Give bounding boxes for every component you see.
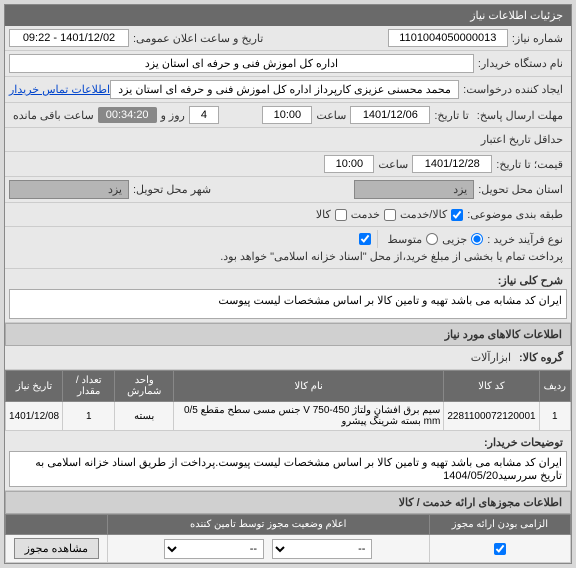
process-partial-radio[interactable]	[471, 233, 483, 245]
process-type-label: نوع فرآیند خرید :	[483, 231, 567, 248]
treasury-payment-checkbox[interactable]	[359, 233, 371, 245]
view-permit-button[interactable]: مشاهده مجوز	[14, 538, 99, 559]
table-row: -- -- مشاهده مجوز	[6, 535, 571, 563]
col-name: نام کالا	[174, 371, 444, 402]
goods-group-value: ابزارآلات	[467, 349, 515, 366]
process-partial-label: جزیی	[438, 231, 471, 248]
cell-qty: 1	[63, 402, 115, 431]
col-row: ردیف	[539, 371, 570, 402]
permit-col1: الزامی بودن ارائه مجوز	[429, 515, 570, 535]
resp-deadline-label: مهلت ارسال پاسخ:	[473, 107, 567, 124]
need-details-panel: جزئیات اطلاعات نیاز شماره نیاز: 11010040…	[4, 4, 572, 564]
time-label-2: ساعت	[374, 156, 412, 173]
class-service-checkbox[interactable]	[384, 209, 396, 221]
valid-date-value: 1401/12/28	[412, 155, 492, 173]
class-goods-service-label: کالا/خدمت	[396, 206, 451, 223]
permits-section-header: اطلاعات مجوزهای ارائه خدمت / کالا	[5, 491, 571, 514]
permit-col2: اعلام وضعیت مجوز توسط تامین کننده	[107, 515, 429, 535]
cell-name: سیم برق افشان ولتاژ 450-750 V جنس مسی سط…	[174, 402, 444, 431]
delivery-city-label: شهر محل تحویل:	[129, 181, 215, 198]
panel-title: جزئیات اطلاعات نیاز	[5, 5, 571, 26]
classification-label: طبقه بندی موضوعی:	[463, 206, 567, 223]
requester-label: ایجاد کننده درخواست:	[459, 81, 567, 98]
buyer-contact-link[interactable]: اطلاعات تماس خریدار	[9, 83, 110, 96]
permit-status-select-2[interactable]: --	[164, 539, 264, 559]
resp-date-value: 1401/12/06	[350, 106, 430, 124]
resp-time-value: 10:00	[262, 106, 312, 124]
delivery-city-value: یزد	[9, 180, 129, 199]
table-row: 1 2281100072120001 سیم برق افشان ولتاژ 4…	[6, 402, 571, 431]
buyer-notes-label: توضیحات خریدار:	[480, 434, 567, 451]
min-valid-label: حداقل تاریخ اعتبار	[477, 131, 567, 148]
need-desc-value: ایران کد مشابه می باشد تهیه و تامین کالا…	[9, 289, 567, 319]
need-no-value: 1101004050000013	[388, 29, 508, 47]
delivery-state-value: یزد	[354, 180, 474, 199]
permit-required-checkbox[interactable]	[494, 543, 506, 555]
buyer-org-value: اداره کل اموزش فنی و حرفه ای استان یزد	[9, 54, 474, 73]
time-label-1: ساعت	[312, 107, 350, 124]
col-date: تاریخ نیاز	[6, 371, 63, 402]
requester-value: محمد محسنی عزیزی کارپرداز اداره کل اموزش…	[110, 80, 459, 99]
delivery-state-label: استان محل تحویل:	[474, 181, 567, 198]
permits-table: الزامی بودن ارائه مجوز اعلام وضعیت مجوز …	[5, 514, 571, 563]
class-goods-label: کالا	[312, 206, 335, 223]
cell-date: 1401/12/08	[6, 402, 63, 431]
cell-unit: بسته	[115, 402, 174, 431]
buyer-notes-value: ایران کد مشابه می باشد تهیه و تامین کالا…	[9, 451, 567, 487]
goods-section-header: اطلاعات کالاهای مورد نیاز	[5, 323, 571, 346]
col-code: کد کالا	[444, 371, 539, 402]
pub-date-value: 1401/12/02 - 09:22	[9, 29, 129, 47]
permit-status-select[interactable]: --	[272, 539, 372, 559]
days-value: 4	[189, 106, 219, 124]
process-medium-radio[interactable]	[426, 233, 438, 245]
col-unit: واحد شمارش	[115, 371, 174, 402]
days-label: روز و	[157, 107, 189, 124]
need-desc-label: شرح کلی نیاز:	[494, 272, 567, 289]
pub-date-label: تاریخ و ساعت اعلان عمومی:	[129, 30, 267, 47]
class-service-label: خدمت	[347, 206, 384, 223]
goods-table: ردیف کد کالا نام کالا واحد شمارش تعداد /…	[5, 370, 571, 431]
buyer-org-label: نام دستگاه خریدار:	[474, 55, 567, 72]
price-until-label: قیمت؛ تا تاریخ:	[492, 156, 567, 173]
col-qty: تعداد / مقدار	[63, 371, 115, 402]
need-no-label: شماره نیاز:	[508, 30, 567, 47]
payment-note-label: پرداخت تمام یا بخشی از مبلغ خرید،از محل …	[216, 248, 567, 265]
process-medium-label: متوسط	[384, 231, 427, 248]
class-goods-checkbox[interactable]	[335, 209, 347, 221]
goods-group-label: گروه کالا:	[515, 349, 567, 366]
resp-until-label: تا تاریخ:	[430, 107, 472, 124]
remain-label: ساعت باقی مانده	[9, 107, 98, 124]
cell-row: 1	[539, 402, 570, 431]
class-goods-service-checkbox[interactable]	[451, 209, 463, 221]
valid-time-value: 10:00	[324, 155, 374, 173]
countdown-timer: 00:34:20	[98, 107, 157, 123]
cell-code: 2281100072120001	[444, 402, 539, 431]
